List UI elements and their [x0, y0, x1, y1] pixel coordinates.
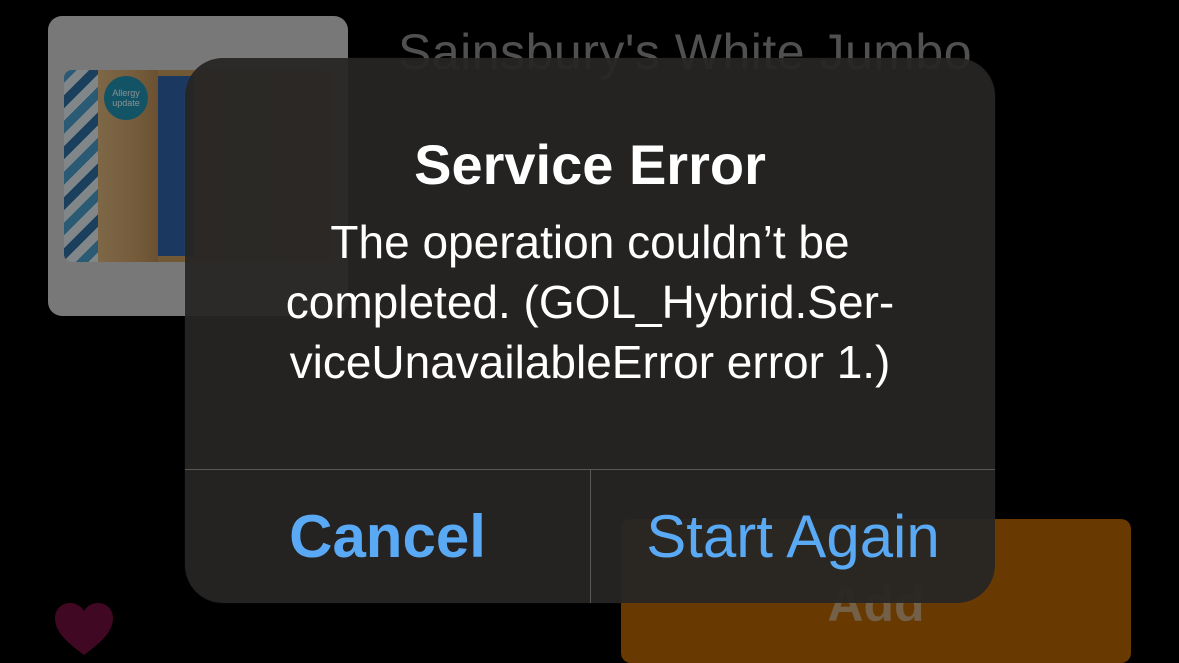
start-again-button[interactable]: Start Again	[591, 470, 995, 603]
cancel-button[interactable]: Cancel	[185, 470, 590, 603]
alert-message-line: viceUnavailableError error 1.)	[289, 336, 891, 388]
alert-message-line: completed. (GOL_Hybrid.Ser-	[285, 276, 895, 328]
service-error-alert: Service Error The operation couldn’t be …	[185, 58, 995, 603]
screen: Allergy update Sainsbury's White Jumbo A…	[0, 0, 1179, 663]
alert-title: Service Error	[414, 133, 766, 196]
alert-message-line: The operation couldn’t be	[330, 216, 850, 268]
alert-message: The operation couldn’t be completed. (GO…	[225, 212, 955, 392]
